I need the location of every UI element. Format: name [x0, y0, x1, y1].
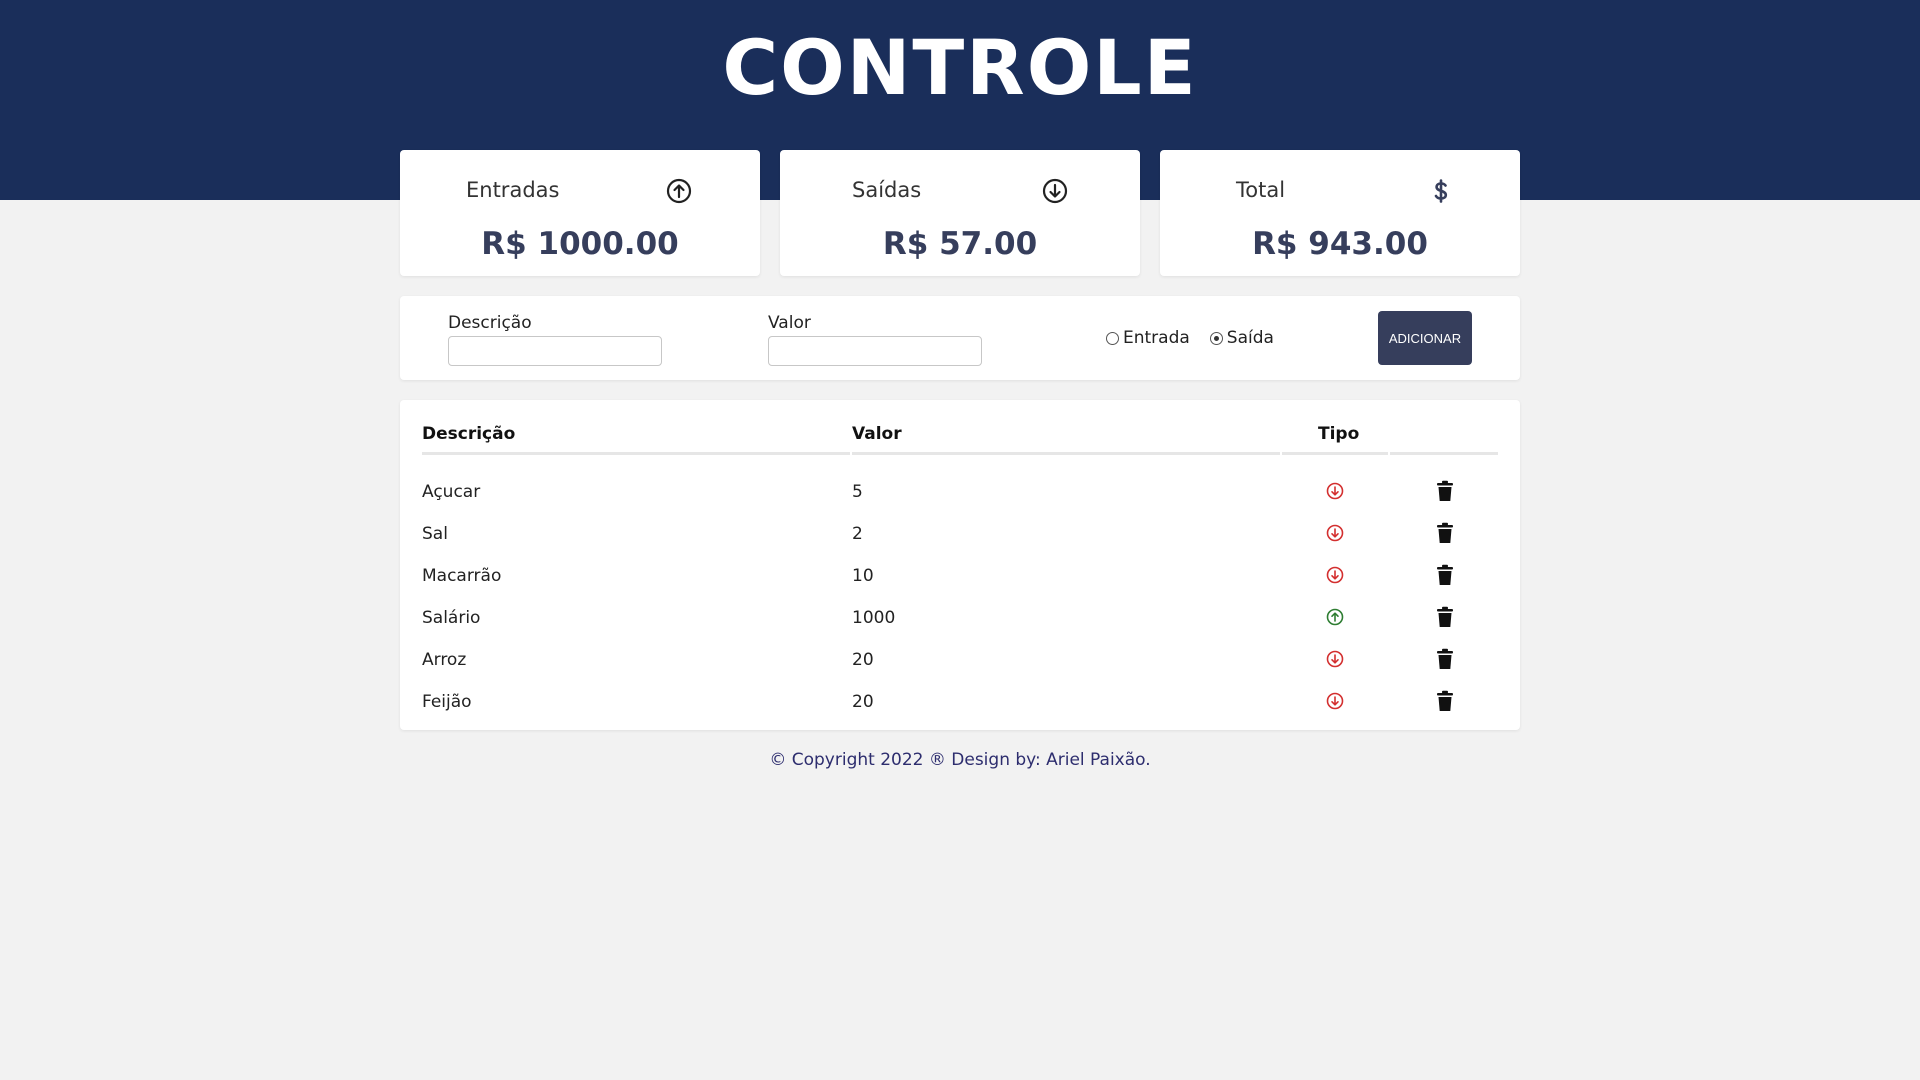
arrow-down-circle-icon [1042, 178, 1068, 204]
header-divider [852, 452, 1280, 455]
card-value: R$ 57.00 [882, 226, 1038, 262]
table-row: Salário 1000 [400, 596, 1520, 638]
transactions-table: Descrição Valor Tipo Açucar 5 Sal 2 Maca… [400, 400, 1520, 730]
arrow-up-circle-icon [1326, 608, 1344, 626]
row-description: Salário [422, 608, 481, 628]
table-row: Açucar 5 [400, 470, 1520, 512]
dollar-icon [1434, 179, 1448, 203]
header-divider [1390, 452, 1498, 455]
radio-saida-circle[interactable] [1209, 331, 1223, 345]
card-title: Entradas [466, 178, 560, 202]
card-total: Total R$ 943.00 [1160, 150, 1520, 276]
description-input[interactable] [448, 336, 662, 366]
header-descricao: Descrição [422, 424, 516, 444]
table-row: Arroz 20 [400, 638, 1520, 680]
row-value: 5 [852, 482, 863, 502]
arrow-down-circle-icon [1326, 692, 1344, 710]
logo-text: CONTROLE [722, 23, 1198, 112]
arrow-down-circle-icon [1326, 524, 1344, 542]
header-tipo: Tipo [1318, 424, 1360, 444]
value-label: Valor [768, 313, 811, 333]
radio-entrada[interactable]: Entrada [1106, 328, 1190, 348]
table-row: Sal 2 [400, 512, 1520, 554]
arrow-down-circle-icon [1326, 566, 1344, 584]
card-entradas: Entradas R$ 1000.00 [400, 150, 760, 276]
type-radio-group: Entrada Saída [1106, 328, 1294, 348]
logo: CONTROLE [0, 28, 1920, 108]
header-divider [422, 452, 850, 455]
transaction-form: Descrição Valor Entrada Saída ADICIONAR [400, 296, 1520, 380]
row-description: Açucar [422, 482, 481, 502]
description-label: Descrição [448, 313, 532, 333]
row-value: 2 [852, 524, 863, 544]
trash-icon[interactable] [1436, 648, 1454, 670]
radio-saida-label: Saída [1226, 328, 1274, 348]
row-description: Arroz [422, 650, 467, 670]
row-value: 20 [852, 650, 874, 670]
row-value: 1000 [852, 608, 896, 628]
trash-icon[interactable] [1436, 522, 1454, 544]
card-title: Saídas [852, 178, 922, 202]
card-title: Total [1236, 178, 1286, 202]
row-value: 10 [852, 566, 874, 586]
table-row: Macarrão 10 [400, 554, 1520, 596]
radio-entrada-circle[interactable] [1106, 331, 1119, 345]
radio-saida[interactable]: Saída [1209, 328, 1274, 348]
trash-icon[interactable] [1436, 564, 1454, 586]
arrow-down-circle-icon [1326, 482, 1344, 500]
row-description: Sal [422, 524, 448, 544]
header-valor: Valor [852, 424, 902, 444]
card-value: R$ 943.00 [1252, 226, 1428, 262]
arrow-down-circle-icon [1326, 650, 1344, 668]
row-value: 20 [852, 692, 874, 712]
radio-entrada-label: Entrada [1123, 328, 1190, 348]
summary-cards: Entradas R$ 1000.00 Saídas R$ 57.00 Tota… [400, 150, 1520, 276]
row-description: Feijão [422, 692, 472, 712]
card-value: R$ 1000.00 [481, 226, 679, 262]
table-row: Feijão 20 [400, 680, 1520, 722]
trash-icon[interactable] [1436, 690, 1454, 712]
trash-icon[interactable] [1436, 606, 1454, 628]
header-divider [1282, 452, 1388, 455]
trash-icon[interactable] [1436, 480, 1454, 502]
row-description: Macarrão [422, 566, 502, 586]
card-saidas: Saídas R$ 57.00 [780, 150, 1140, 276]
add-button[interactable]: ADICIONAR [1378, 311, 1472, 365]
value-input[interactable] [768, 336, 982, 366]
footer-copyright: © Copyright 2022 ® Design by: Ariel Paix… [769, 750, 1151, 770]
arrow-up-circle-icon [666, 178, 692, 204]
